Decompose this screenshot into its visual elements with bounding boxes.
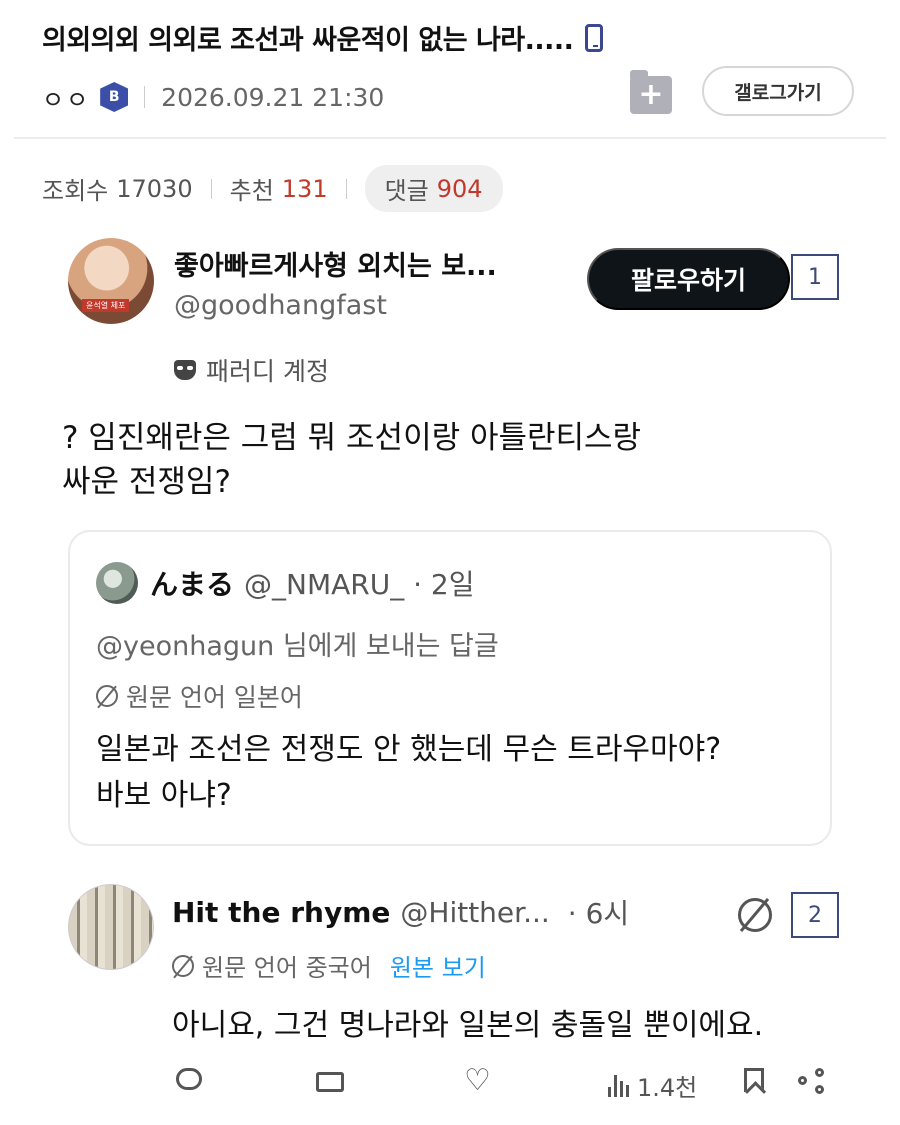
share-icon [798,1068,824,1094]
parody-text: 패러디 계정 [206,357,329,386]
like-button[interactable]: ♡ [464,1066,491,1096]
marker-2: 2 [791,892,839,938]
reply-button[interactable] [176,1068,202,1090]
translate-icon [96,685,118,707]
marker-1: 1 [791,254,839,300]
views-icon [608,1074,629,1097]
follow-button[interactable]: 팔로우하기 [587,248,790,310]
avatar-caption: 윤석열 체포 [82,299,130,312]
author-nickname[interactable]: ㅇㅇ [42,80,90,115]
quote-author-name[interactable]: んまる [150,563,234,603]
tweet-text-line: ? 임진왜란은 그럼 뭐 조선이랑 아틀란티스랑 [62,420,642,456]
quote-text-line: 일본과 조선은 전쟁도 안 했는데 무슨 트라우마야? [96,732,722,767]
translate-icon [172,954,194,977]
avatar[interactable] [96,562,138,604]
header-divider [14,137,886,139]
source-language-text: 원문 언어 일본어 [126,683,303,712]
phone-icon [585,23,604,52]
divider [210,178,212,199]
translate-icon[interactable] [738,898,772,932]
gallery-button[interactable]: 갤로그가기 [702,66,854,116]
quote-text-line: 바보 아냐? [96,778,232,813]
post-date: 2026.09.21 21:30 [161,82,385,112]
reply-author-handle[interactable]: @Hitther... [400,896,549,929]
parody-label: 패러디 계정 [174,352,329,388]
reply-icon [176,1068,202,1090]
recommend-label: 추천 [229,177,274,205]
source-language: 원문 언어 일본어 [96,678,303,714]
show-original-link[interactable]: 원본 보기 [390,948,486,983]
tweet-text-line: 싸운 전쟁임? [62,464,231,500]
comments-label: 댓글 [384,177,429,205]
bookmark-icon [744,1068,764,1092]
quote-header: んまる @_NMARU_ · 2일 [96,562,475,604]
reply-author-name[interactable]: Hit the rhyme [172,896,390,929]
reply-header: Hit the rhyme @Hitther... · 6시 [172,892,629,932]
divider [345,178,347,199]
mask-icon [174,360,196,380]
comments-button[interactable]: 댓글 904 [364,165,503,212]
retweet-icon [316,1068,344,1092]
post-meta: ㅇㅇ B 2026.09.21 21:30 + 갤로그가기 [42,66,862,122]
bookmark-button[interactable] [744,1068,764,1092]
divider [144,86,146,108]
post-title[interactable]: 의외의외 의외로 조선과 싸운적이 없는 나라..... [42,18,862,57]
tweet-author-name[interactable]: 좋아빠르게사형 외치는 보... [174,244,497,283]
avatar[interactable]: 윤석열 체포 [68,238,154,324]
quoted-tweet[interactable]: んまる @_NMARU_ · 2일 @yeonhagun 님에게 보내는 답글 … [68,530,832,846]
tweet-text: ? 임진왜란은 그럼 뭐 조선이랑 아틀란티스랑 싸운 전쟁임? [62,416,822,504]
user-badge-icon: B [100,82,129,112]
post-header: 의외의외 의외로 조선과 싸운적이 없는 나라..... [42,18,862,57]
reply-time[interactable]: · 6시 [568,892,629,932]
tweet-author-handle[interactable]: @goodhangfast [174,290,387,321]
views-button[interactable]: 1.4천 [608,1068,697,1103]
source-language: 원문 언어 중국어 원본 보기 [172,948,486,983]
recommend-count: 131 [281,174,328,203]
source-language-text: 원문 언어 중국어 [202,954,372,982]
post-stats: 조회수 17030 추천 131 댓글 904 [42,165,503,212]
views-count: 1.4천 [637,1074,698,1102]
comments-count: 904 [436,174,483,203]
views-label: 조회수 [42,177,109,205]
post-title-text[interactable]: 의외의외 의외로 조선과 싸운적이 없는 나라..... [42,18,574,57]
views-count: 17030 [116,174,193,203]
quote-text: 일본과 조선은 전쟁도 안 했는데 무슨 트라우마야? 바보 아냐? [96,727,816,819]
retweet-button[interactable] [316,1068,344,1092]
action-bar: ♡ 1.4천 [172,1066,832,1108]
share-button[interactable] [798,1068,824,1094]
quote-author-handle[interactable]: @_NMARU_ · 2일 [244,563,474,603]
reply-text: 아니요, 그건 명나라와 일본의 충돌일 뿐이에요. [172,1008,764,1043]
reply-to-label: @yeonhagun 님에게 보내는 답글 [96,631,499,662]
like-icon: ♡ [464,1063,491,1098]
avatar[interactable] [68,884,154,970]
add-gallery-icon[interactable]: + [630,70,672,114]
